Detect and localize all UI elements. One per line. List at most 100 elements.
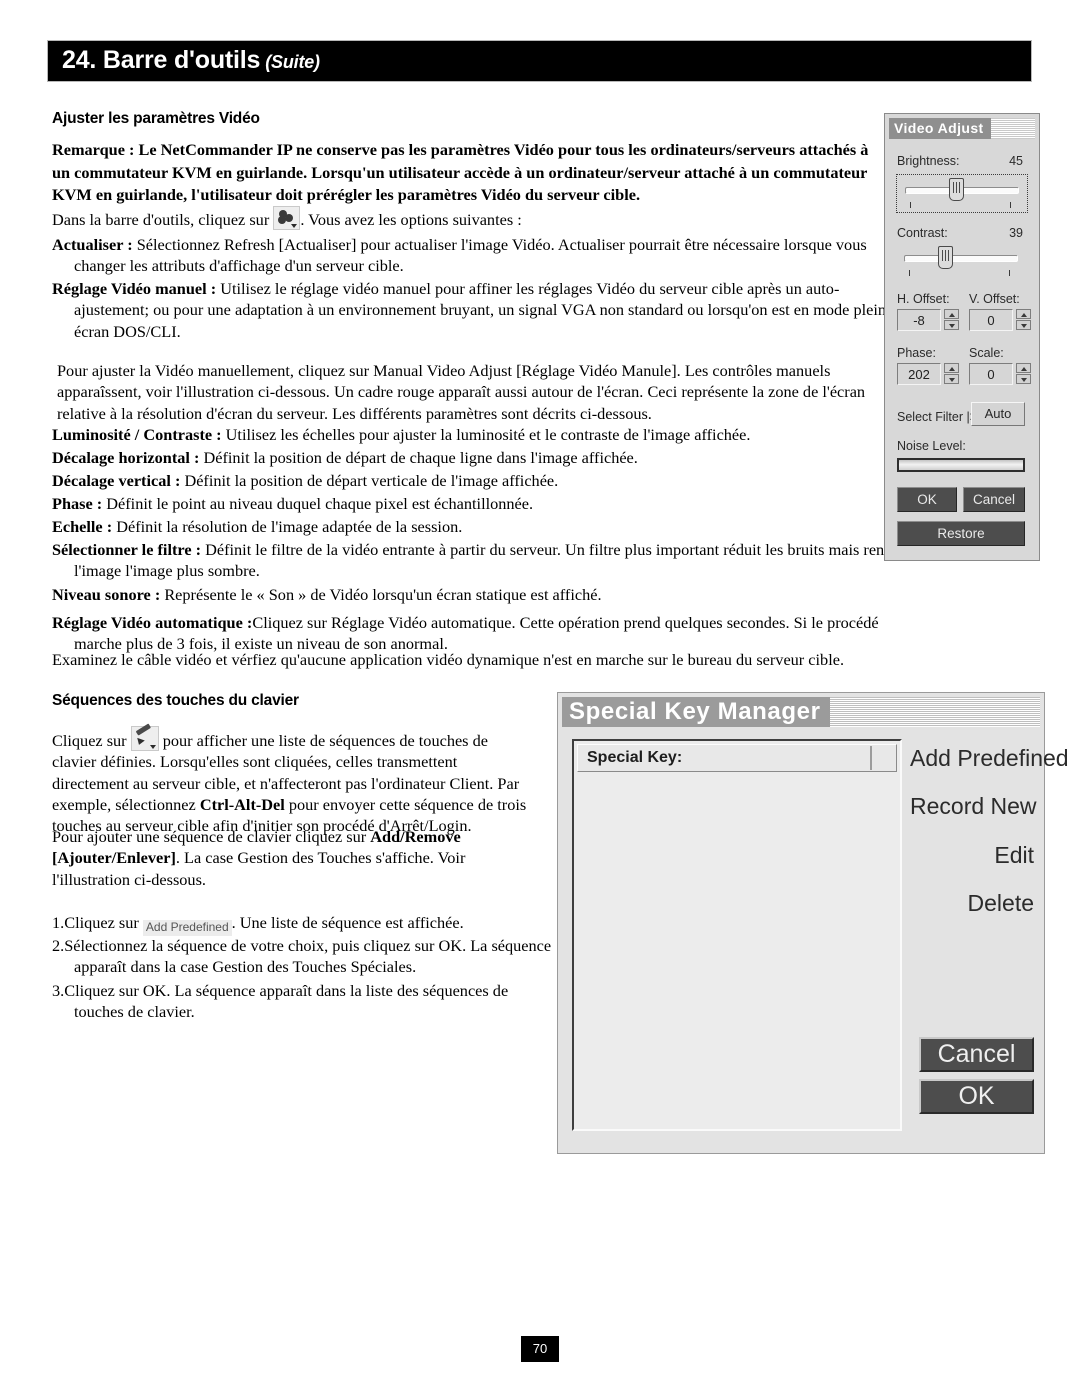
page-title-text: 24. Barre d'outils: [62, 45, 261, 74]
brightness-tick-max: [1010, 202, 1011, 208]
brightness-slider[interactable]: [896, 174, 1028, 213]
item-decalage-vertical-label: Décalage vertical :: [52, 471, 181, 490]
cluster-dot-2: [285, 214, 294, 222]
contrast-slider-thumb[interactable]: [938, 246, 953, 269]
phase-increment-button[interactable]: [944, 363, 959, 373]
toolbar-instruction-line: Dans la barre d'outils, cliquez sur . Vo…: [52, 206, 872, 230]
contrast-tick-min: [909, 270, 910, 276]
item-decalage-vertical: Décalage vertical : Définit la position …: [52, 470, 894, 491]
video-adjust-dialog: Video Adjust Brightness: 45 Contrast: 39…: [884, 113, 1040, 561]
toolbar-line-post: . Vous avez les options suivantes :: [300, 210, 522, 229]
triangle-down-icon: [949, 324, 955, 328]
item-phase-body: Définit le point au niveau duquel chaque…: [102, 494, 534, 513]
special-key-column-label: Special Key:: [587, 749, 683, 766]
item-echelle-label: Echelle :: [52, 517, 113, 536]
step-1-post: . Une liste de séquence est affichée.: [231, 913, 464, 932]
h-offset-stepper[interactable]: [944, 309, 959, 331]
video-adjust-title-text: Video Adjust: [889, 118, 991, 139]
item-decalage-vertical-body: Définit la position de départ verticale …: [180, 471, 559, 490]
video-adjust-titlebar[interactable]: Video Adjust: [889, 118, 1035, 139]
item-phase-label: Phase :: [52, 494, 103, 513]
scale-decrement-button[interactable]: [1016, 374, 1031, 384]
action-record-new[interactable]: Record New: [910, 793, 1037, 820]
keys-para1-pre: Cliquez sur: [52, 731, 131, 750]
v-offset-label: V. Offset:: [969, 292, 1020, 306]
select-filter-label: Select Filter |>: [897, 410, 978, 424]
contrast-tick-max: [1009, 270, 1010, 276]
step-item-3: 3.Cliquez sur OK. La séquence apparaît d…: [52, 980, 554, 1023]
heading-sequences-touches: Séquences des touches du clavier: [52, 692, 299, 709]
triangle-down-icon: [1021, 378, 1027, 382]
contrast-slider[interactable]: [896, 243, 1026, 280]
noise-level-meter: [897, 458, 1025, 472]
h-offset-label: H. Offset:: [897, 292, 950, 306]
item-luminosite-contraste-label: Luminosité / Contraste :: [52, 425, 222, 444]
brightness-label: Brightness:: [897, 154, 960, 168]
step-1-pre: Cliquez sur: [64, 913, 143, 932]
action-edit[interactable]: Edit: [910, 842, 1034, 869]
scale-increment-button[interactable]: [1016, 363, 1031, 373]
note-label: Remarque :: [52, 140, 135, 159]
brightness-slider-thumb[interactable]: [949, 178, 964, 201]
step-3-number: 3.: [52, 981, 65, 1000]
contrast-label: Contrast:: [897, 226, 948, 240]
h-offset-increment-button[interactable]: [944, 309, 959, 319]
item-reglage-manuel-label: Réglage Vidéo manuel :: [52, 279, 217, 298]
special-key-manager-title-text: Special Key Manager: [562, 697, 830, 727]
item-decalage-horizontal: Décalage horizontal : Définit la positio…: [52, 447, 894, 468]
pen-body-shape: [135, 723, 151, 736]
chevron-down-icon: [149, 745, 156, 749]
triangle-down-icon: [1021, 324, 1027, 328]
triangle-down-icon: [949, 378, 955, 382]
step-item-1: 1.Cliquez sur Add Predefined. Une liste …: [52, 912, 554, 936]
item-phase: Phase : Définit le point au niveau duque…: [52, 493, 894, 514]
phase-stepper[interactable]: [944, 363, 959, 385]
select-filter-button[interactable]: Auto: [971, 402, 1025, 426]
h-offset-input[interactable]: -8: [897, 309, 941, 331]
video-adjust-ok-button[interactable]: OK: [897, 487, 957, 512]
pen-tip-shape: [134, 737, 145, 747]
add-predefined-chip[interactable]: Add Predefined: [142, 920, 232, 936]
video-adjust-restore-button[interactable]: Restore: [897, 521, 1025, 546]
v-offset-decrement-button[interactable]: [1016, 320, 1031, 330]
item-echelle-body: Définit la résolution de l'image adaptée…: [112, 517, 463, 536]
v-offset-input[interactable]: 0: [969, 309, 1013, 331]
special-key-list[interactable]: Special Key:: [572, 739, 902, 1131]
special-key-list-header[interactable]: Special Key:: [577, 744, 897, 772]
note-body: Le NetCommander IP ne conserve pas les p…: [52, 140, 869, 204]
phase-decrement-button[interactable]: [944, 374, 959, 384]
item-reglage-auto-label: Réglage Vidéo automatique :: [52, 613, 253, 632]
h-offset-decrement-button[interactable]: [944, 320, 959, 330]
page-title: 24. Barre d'outils (Suite): [62, 46, 320, 75]
triangle-up-icon: [1021, 313, 1027, 317]
phase-label: Phase:: [897, 346, 936, 360]
contrast-value: 39: [1009, 226, 1023, 240]
toolbar-line-pre: Dans la barre d'outils, cliquez sur: [52, 210, 274, 229]
v-offset-increment-button[interactable]: [1016, 309, 1031, 319]
item-niveau-sonore-body: Représente le « Son » de Vidéo lorsqu'un…: [160, 585, 602, 604]
v-offset-stepper[interactable]: [1016, 309, 1031, 331]
item-decalage-horizontal-label: Décalage horizontal :: [52, 448, 200, 467]
video-adjust-cancel-button[interactable]: Cancel: [963, 487, 1025, 512]
special-key-cancel-button[interactable]: Cancel: [919, 1037, 1034, 1072]
phase-input[interactable]: 202: [897, 363, 941, 385]
step-item-2: 2.Sélectionnez la séquence de votre choi…: [52, 935, 554, 978]
item-selectionner-filtre-label: Sélectionner le filtre :: [52, 540, 202, 559]
action-add-predefined[interactable]: Add Predefined: [910, 745, 1069, 772]
scale-input[interactable]: 0: [969, 363, 1013, 385]
item-luminosite-contraste: Luminosité / Contraste : Utilisez les éc…: [52, 424, 894, 445]
heading-ajuster-video: Ajuster les paramètres Vidéo: [52, 110, 260, 127]
item-actualiser: Actualiser : Sélectionnez Refresh [Actua…: [52, 234, 894, 277]
column-divider[interactable]: [870, 746, 872, 770]
video-adjust-toolbar-icon[interactable]: [273, 206, 301, 230]
contrast-slider-track[interactable]: [904, 255, 1018, 262]
special-key-manager-titlebar[interactable]: Special Key Manager: [562, 697, 1040, 727]
scale-stepper[interactable]: [1016, 363, 1031, 385]
keys-para1-bold: Ctrl-Alt-Del: [199, 794, 285, 814]
special-key-toolbar-icon[interactable]: [130, 723, 159, 751]
noise-level-label: Noise Level:: [897, 439, 966, 453]
item-decalage-horizontal-body: Définit la position de départ de chaque …: [199, 448, 638, 467]
video-adjust-body: Brightness: 45 Contrast: 39 H. Offset: -…: [885, 142, 1039, 560]
action-delete[interactable]: Delete: [910, 890, 1034, 917]
special-key-ok-button[interactable]: OK: [919, 1079, 1034, 1114]
